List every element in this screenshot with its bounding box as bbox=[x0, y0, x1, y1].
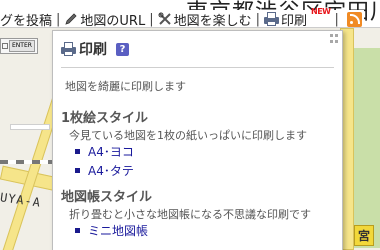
printer-icon bbox=[264, 12, 279, 26]
new-badge: NEW bbox=[311, 6, 331, 16]
section-desc-single: 今見ている地図を1枚の紙いっぱいに印刷します bbox=[69, 129, 307, 142]
enjoy-map-link[interactable]: 地図を楽しむ bbox=[158, 10, 252, 28]
enter-button[interactable]: ENTER bbox=[9, 40, 35, 52]
option-a4-portrait-link[interactable]: A4･タテ bbox=[88, 162, 134, 179]
railway-line bbox=[0, 160, 52, 164]
print-panel: 印刷 ? 地図を綺麗に印刷します 1枚絵スタイル 今見ている地図を1枚の紙いっぱ… bbox=[52, 30, 343, 250]
menu-separator: | bbox=[255, 11, 260, 27]
top-toolbar: 東京都渋谷区宇田川 グを投稿 | 地図のURL | 地図を楽しむ | 印刷 NE… bbox=[0, 0, 380, 28]
grid-icon bbox=[2, 43, 8, 49]
bullet-icon bbox=[75, 168, 80, 173]
post-link-label: グを投稿 bbox=[0, 13, 53, 28]
map-url-label: 地図のURL bbox=[80, 13, 146, 28]
map-url-link[interactable]: 地図のURL bbox=[64, 10, 146, 28]
post-link[interactable]: グを投稿 bbox=[0, 10, 53, 28]
printer-icon bbox=[61, 42, 76, 56]
toolbar-menu: グを投稿 | 地図のURL | 地図を楽しむ | 印刷 NEW | bbox=[0, 6, 364, 28]
panel-grip-icon[interactable] bbox=[330, 34, 339, 43]
section-heading-atlas: 地図帳スタイル bbox=[61, 190, 153, 205]
bullet-icon bbox=[75, 149, 80, 154]
bullet-icon bbox=[75, 228, 80, 233]
print-label: 印刷 bbox=[281, 13, 308, 28]
map-place-label: 宮 bbox=[353, 225, 374, 246]
option-list-single: A4･ヨコ A4･タテ bbox=[75, 142, 134, 180]
enjoy-map-label: 地図を楽しむ bbox=[173, 13, 252, 28]
help-icon[interactable]: ? bbox=[116, 42, 129, 56]
section-desc-atlas: 折り畳むと小さな地図帳になる不思議な印刷です bbox=[69, 208, 311, 221]
panel-divider bbox=[61, 67, 334, 68]
menu-separator: | bbox=[56, 11, 61, 27]
menu-separator: | bbox=[149, 11, 154, 27]
map-zoom-control[interactable]: ENTER bbox=[0, 38, 38, 54]
section-heading-single: 1枚絵スタイル bbox=[61, 111, 149, 126]
menu-separator: | bbox=[334, 11, 339, 27]
print-link[interactable]: 印刷 NEW bbox=[264, 6, 331, 28]
option-list-atlas: ミニ地図帳 bbox=[75, 221, 148, 240]
option-a4-landscape-link[interactable]: A4･ヨコ bbox=[88, 143, 134, 160]
list-item[interactable]: A4･ヨコ bbox=[75, 142, 134, 161]
panel-title: 印刷 bbox=[79, 42, 107, 58]
pen-icon bbox=[64, 12, 78, 26]
panel-header: 印刷 ? bbox=[61, 39, 129, 59]
list-item[interactable]: ミニ地図帳 bbox=[75, 221, 148, 240]
list-item[interactable]: A4･タテ bbox=[75, 161, 134, 180]
map-road bbox=[10, 124, 50, 130]
option-mini-atlas-link[interactable]: ミニ地図帳 bbox=[88, 222, 148, 239]
rss-icon[interactable] bbox=[346, 11, 362, 27]
map-street-label: UYA-A bbox=[0, 190, 42, 210]
tools-icon bbox=[158, 12, 172, 26]
panel-intro: 地図を綺麗に印刷します bbox=[65, 80, 186, 93]
